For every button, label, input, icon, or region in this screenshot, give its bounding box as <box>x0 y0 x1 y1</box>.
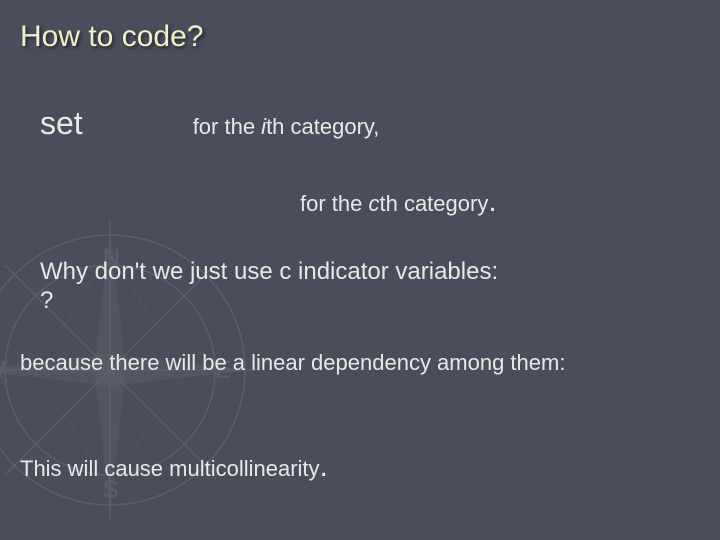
multicollinearity-text: This will cause multicollinearity. <box>20 450 328 484</box>
why-line1: Why don't we just use c indicator variab… <box>40 258 660 287</box>
why-question: Why don't we just use c indicator variab… <box>40 258 660 316</box>
cth-suffix: th category <box>379 191 488 216</box>
because-text: because there will be a linear dependenc… <box>20 350 565 376</box>
multi-period: . <box>320 450 328 483</box>
set-row: set for the ith category, <box>40 105 379 142</box>
ith-suffix: th category, <box>266 114 379 139</box>
why-line2: ? <box>40 287 660 316</box>
slide-title: How to code? <box>0 0 720 54</box>
ith-category-text: for the ith category, <box>193 114 380 140</box>
cth-var: c <box>368 191 379 216</box>
slide: How to code? set for the ith category, f… <box>0 0 720 540</box>
cth-prefix: for the <box>300 191 368 216</box>
multi-text: This will cause multicollinearity <box>20 456 320 481</box>
ith-prefix: for the <box>193 114 261 139</box>
cth-period: . <box>488 185 496 218</box>
cth-category-text: for the cth category. <box>300 185 497 219</box>
set-label: set <box>40 105 83 142</box>
